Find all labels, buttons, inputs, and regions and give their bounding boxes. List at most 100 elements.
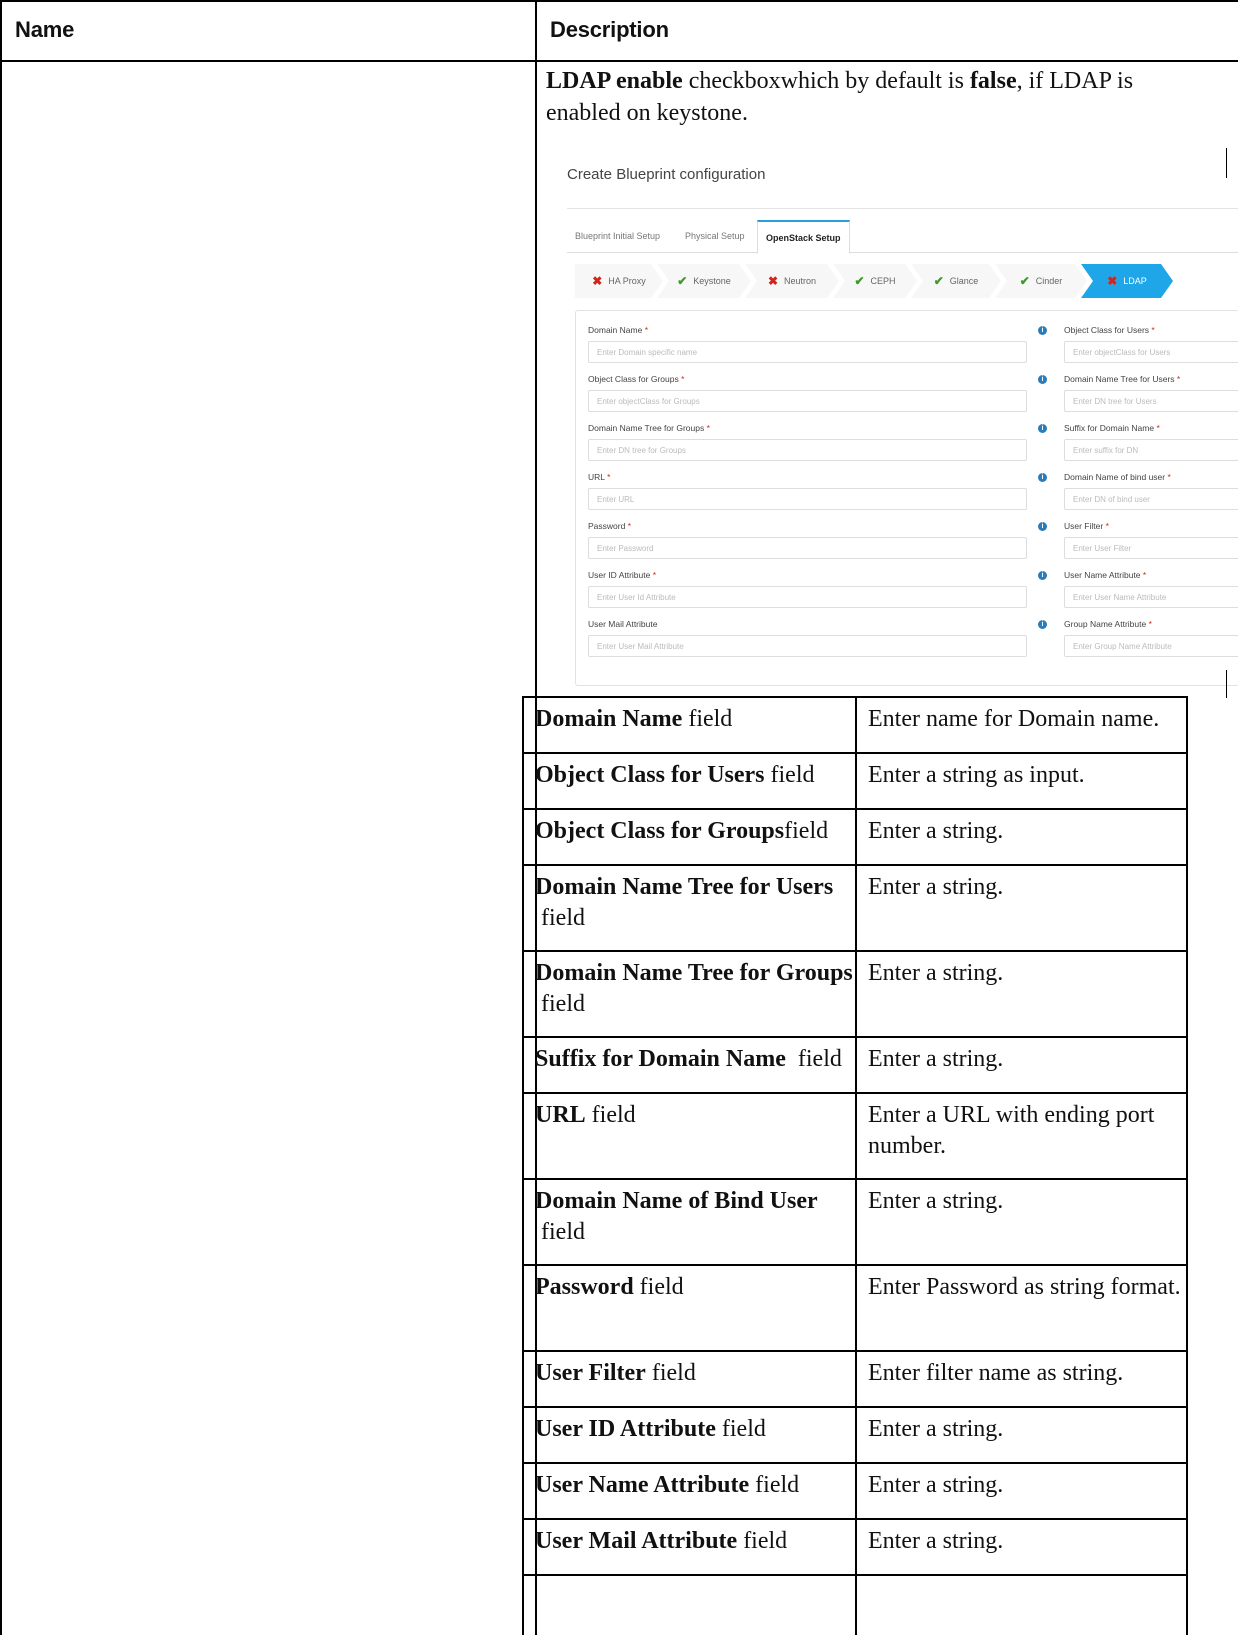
step-label: HA Proxy [608, 276, 646, 286]
form-row: Group Name Attribute * Enter Group Name A… [576, 619, 1238, 667]
screenshot-title: Create Blueprint configuration [567, 166, 766, 183]
field-name-bold: URL [535, 1102, 586, 1128]
field-input[interactable]: Enter DN of bind user [1064, 488, 1238, 510]
table-field-description: Enter a string. [868, 1046, 1004, 1072]
info-icon[interactable]: i [1038, 571, 1047, 580]
info-icon[interactable]: i [1038, 620, 1047, 629]
step-keystone[interactable]: ✔ Keystone [657, 264, 751, 298]
field-name-suffix: field [535, 1219, 585, 1245]
field-label: User Name Attribute * [1064, 570, 1146, 580]
step-neutron[interactable]: ✖ Neutron [745, 264, 839, 298]
tab-physical-setup[interactable]: Physical Setup [677, 220, 753, 251]
required-mark: * [1146, 619, 1152, 629]
field-name-suffix: field [715, 1416, 766, 1442]
table-field-name: URL field [524, 1094, 855, 1131]
table-field-name: User Name Attribute field [524, 1464, 855, 1501]
screenshot-tab-bar: Blueprint Initial Setup Physical Setup O… [567, 220, 1238, 254]
table-field-name: Password field [524, 1266, 855, 1303]
field-input[interactable]: Enter User Name Attribute [1064, 586, 1238, 608]
screenshot-edge-bottom [1226, 670, 1227, 698]
required-mark: * [1140, 570, 1147, 580]
field-name-suffix: field [535, 991, 585, 1017]
required-mark: * [1154, 423, 1160, 433]
step-ha-proxy[interactable]: ✖ HA Proxy [575, 264, 663, 298]
table-field-name: Domain Name field [524, 698, 855, 735]
cross-icon: ✖ [592, 274, 603, 288]
field-name-bold: Domain Name Tree for Users [535, 874, 834, 900]
screenshot-divider [567, 208, 1238, 209]
field-name-bold: User Mail Attribute [535, 1528, 738, 1554]
table-field-name: Domain Name Tree for Users field [524, 866, 855, 934]
field-label: Group Name Attribute * [1064, 619, 1152, 629]
step-ceph[interactable]: ✔ CEPH [833, 264, 917, 298]
table-field-name: User Filter field [524, 1352, 855, 1389]
field-name-suffix: field [764, 762, 815, 788]
info-icon[interactable]: i [1038, 326, 1047, 335]
check-icon: ✔ [854, 274, 865, 288]
required-mark: * [1174, 374, 1181, 384]
info-icon[interactable]: i [1038, 522, 1047, 531]
info-icon[interactable]: i [1038, 375, 1047, 384]
field-name-bold: User Filter [535, 1360, 646, 1386]
outer-border-left [0, 0, 2, 1635]
intro-false: false [969, 68, 1017, 94]
field-label-text: Suffix for Domain Name [1064, 423, 1155, 433]
field-label-text: Object Class for Users [1064, 325, 1150, 335]
intro-ldap-enable: LDAP enable [546, 68, 683, 94]
info-icon[interactable]: i [1038, 424, 1047, 433]
field-input[interactable]: Enter DN tree for Users [1064, 390, 1238, 412]
info-icon[interactable]: i [1038, 473, 1047, 482]
table-field-name: Domain Name Tree for Groups field [524, 952, 855, 1020]
form-row: Suffix for Domain Name * Enter suffix for… [576, 423, 1238, 471]
step-label: Glance [949, 276, 979, 286]
required-mark: * [1103, 521, 1109, 531]
header-name: Name [15, 17, 75, 42]
field-name-bold: User Name Attribute [535, 1472, 750, 1498]
field-label: Object Class for Users * [1064, 325, 1155, 335]
field-name-suffix: field [682, 706, 733, 732]
tab-blueprint-initial-setup[interactable]: Blueprint Initial Setup [567, 220, 668, 251]
field-name-bold: Object Class for Users [535, 762, 765, 788]
step-label: LDAP [1123, 276, 1147, 286]
intro-paragraph: LDAP enable checkboxwhich by default is … [546, 65, 1206, 129]
cross-icon: ✖ [767, 274, 779, 288]
tab-openstack-setup[interactable]: OpenStack Setup [757, 220, 850, 254]
table-right-border [1186, 696, 1188, 1635]
field-label: Domain Name of bind user * [1064, 472, 1171, 482]
field-name-bold: Domain Name [535, 706, 683, 732]
table-field-description: Enter a string. [868, 1416, 1004, 1442]
field-label: Suffix for Domain Name * [1064, 423, 1160, 433]
field-label-text: Domain Name Tree for Users [1064, 374, 1175, 384]
table-field-description: Enter a string as input. [868, 762, 1085, 788]
step-label: CEPH [870, 276, 896, 286]
table-field-description: Enter a string. [868, 1188, 1004, 1214]
field-name-suffix: field [737, 1528, 788, 1554]
step-cinder[interactable]: ✔ Cinder [995, 264, 1087, 298]
field-name-suffix: field [585, 1102, 636, 1128]
header-description: Description [550, 17, 669, 42]
check-icon: ✔ [933, 274, 944, 288]
table-field-description: Enter a URL with ending port number. [868, 1102, 1155, 1159]
field-label: User Filter * [1064, 521, 1109, 531]
table-field-description: Enter a string. [868, 818, 1004, 844]
field-input[interactable]: Enter Group Name Attribute [1064, 635, 1238, 657]
field-name-suffix: field [749, 1472, 800, 1498]
step-glance[interactable]: ✔ Glance [911, 264, 1001, 298]
step-label: Cinder [1035, 276, 1063, 286]
header-bottom-border [0, 60, 1238, 62]
required-mark: * [1165, 472, 1171, 482]
form-row: Domain Name Tree for Users * Enter DN tre… [576, 374, 1238, 422]
field-input[interactable]: Enter User Filter [1064, 537, 1238, 559]
field-name-suffix: field [784, 818, 829, 844]
field-input[interactable]: Enter suffix for DN [1064, 439, 1238, 461]
step-ldap[interactable]: ✖ LDAP [1081, 264, 1173, 298]
setup-stepper: ✖ HA Proxy ✔ Keystone ✖ Neutron ✔ CEPH ✔ Glance ✔ C… [575, 264, 1238, 298]
table-field-name: Object Class for Groupsfield [524, 810, 855, 847]
field-input[interactable]: Enter objectClass for Users [1064, 341, 1238, 363]
intro-text-1: checkboxwhich by default is [682, 68, 970, 94]
field-name-bold: Password [535, 1274, 634, 1300]
required-mark: * [1149, 325, 1155, 335]
field-name-bold: Suffix for Domain Name [535, 1046, 786, 1072]
table-field-description: Enter filter name as string. [868, 1360, 1124, 1386]
table-field-description: Enter a string. [868, 874, 1004, 900]
